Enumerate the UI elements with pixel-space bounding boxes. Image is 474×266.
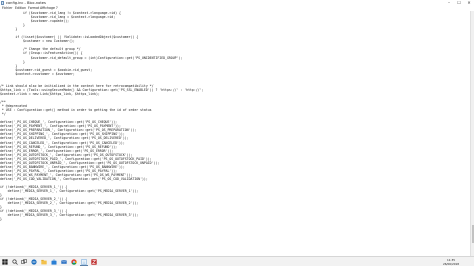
taskbar: 11:35 26/06/2018	[0, 256, 474, 266]
search-icon[interactable]	[12, 259, 18, 265]
network-icon[interactable]	[428, 260, 432, 264]
vertical-scrollbar[interactable]	[470, 11, 474, 256]
code-line: $customer->id_default_group = (int)Confi…	[0, 55, 183, 60]
store-icon[interactable]	[51, 259, 57, 265]
filezilla-icon[interactable]	[91, 259, 97, 265]
volume-icon[interactable]	[434, 260, 438, 264]
file-explorer-icon[interactable]	[41, 259, 47, 265]
code-text: if ($customer->id_lang != $context->lang…	[0, 11, 203, 246]
clock-date: 26/06/2018	[442, 262, 460, 266]
chevron-up-icon[interactable]	[422, 260, 426, 264]
task-view-icon[interactable]	[21, 259, 27, 265]
notepad-app-icon	[1, 1, 4, 5]
edge-browser-icon[interactable]	[31, 259, 37, 265]
chrome-icon[interactable]	[71, 259, 77, 265]
windows-start-icon[interactable]	[2, 259, 8, 265]
notification-icon[interactable]	[466, 259, 472, 265]
mail-icon[interactable]	[61, 259, 67, 265]
taskbar-clock[interactable]: 11:35 26/06/2018	[440, 258, 462, 266]
text-editor-area[interactable]: if ($customer->id_lang != $context->lang…	[0, 11, 470, 256]
screen: config.inc - Bloc-notes – ☐ ✕ Fichier Ed…	[0, 0, 474, 266]
